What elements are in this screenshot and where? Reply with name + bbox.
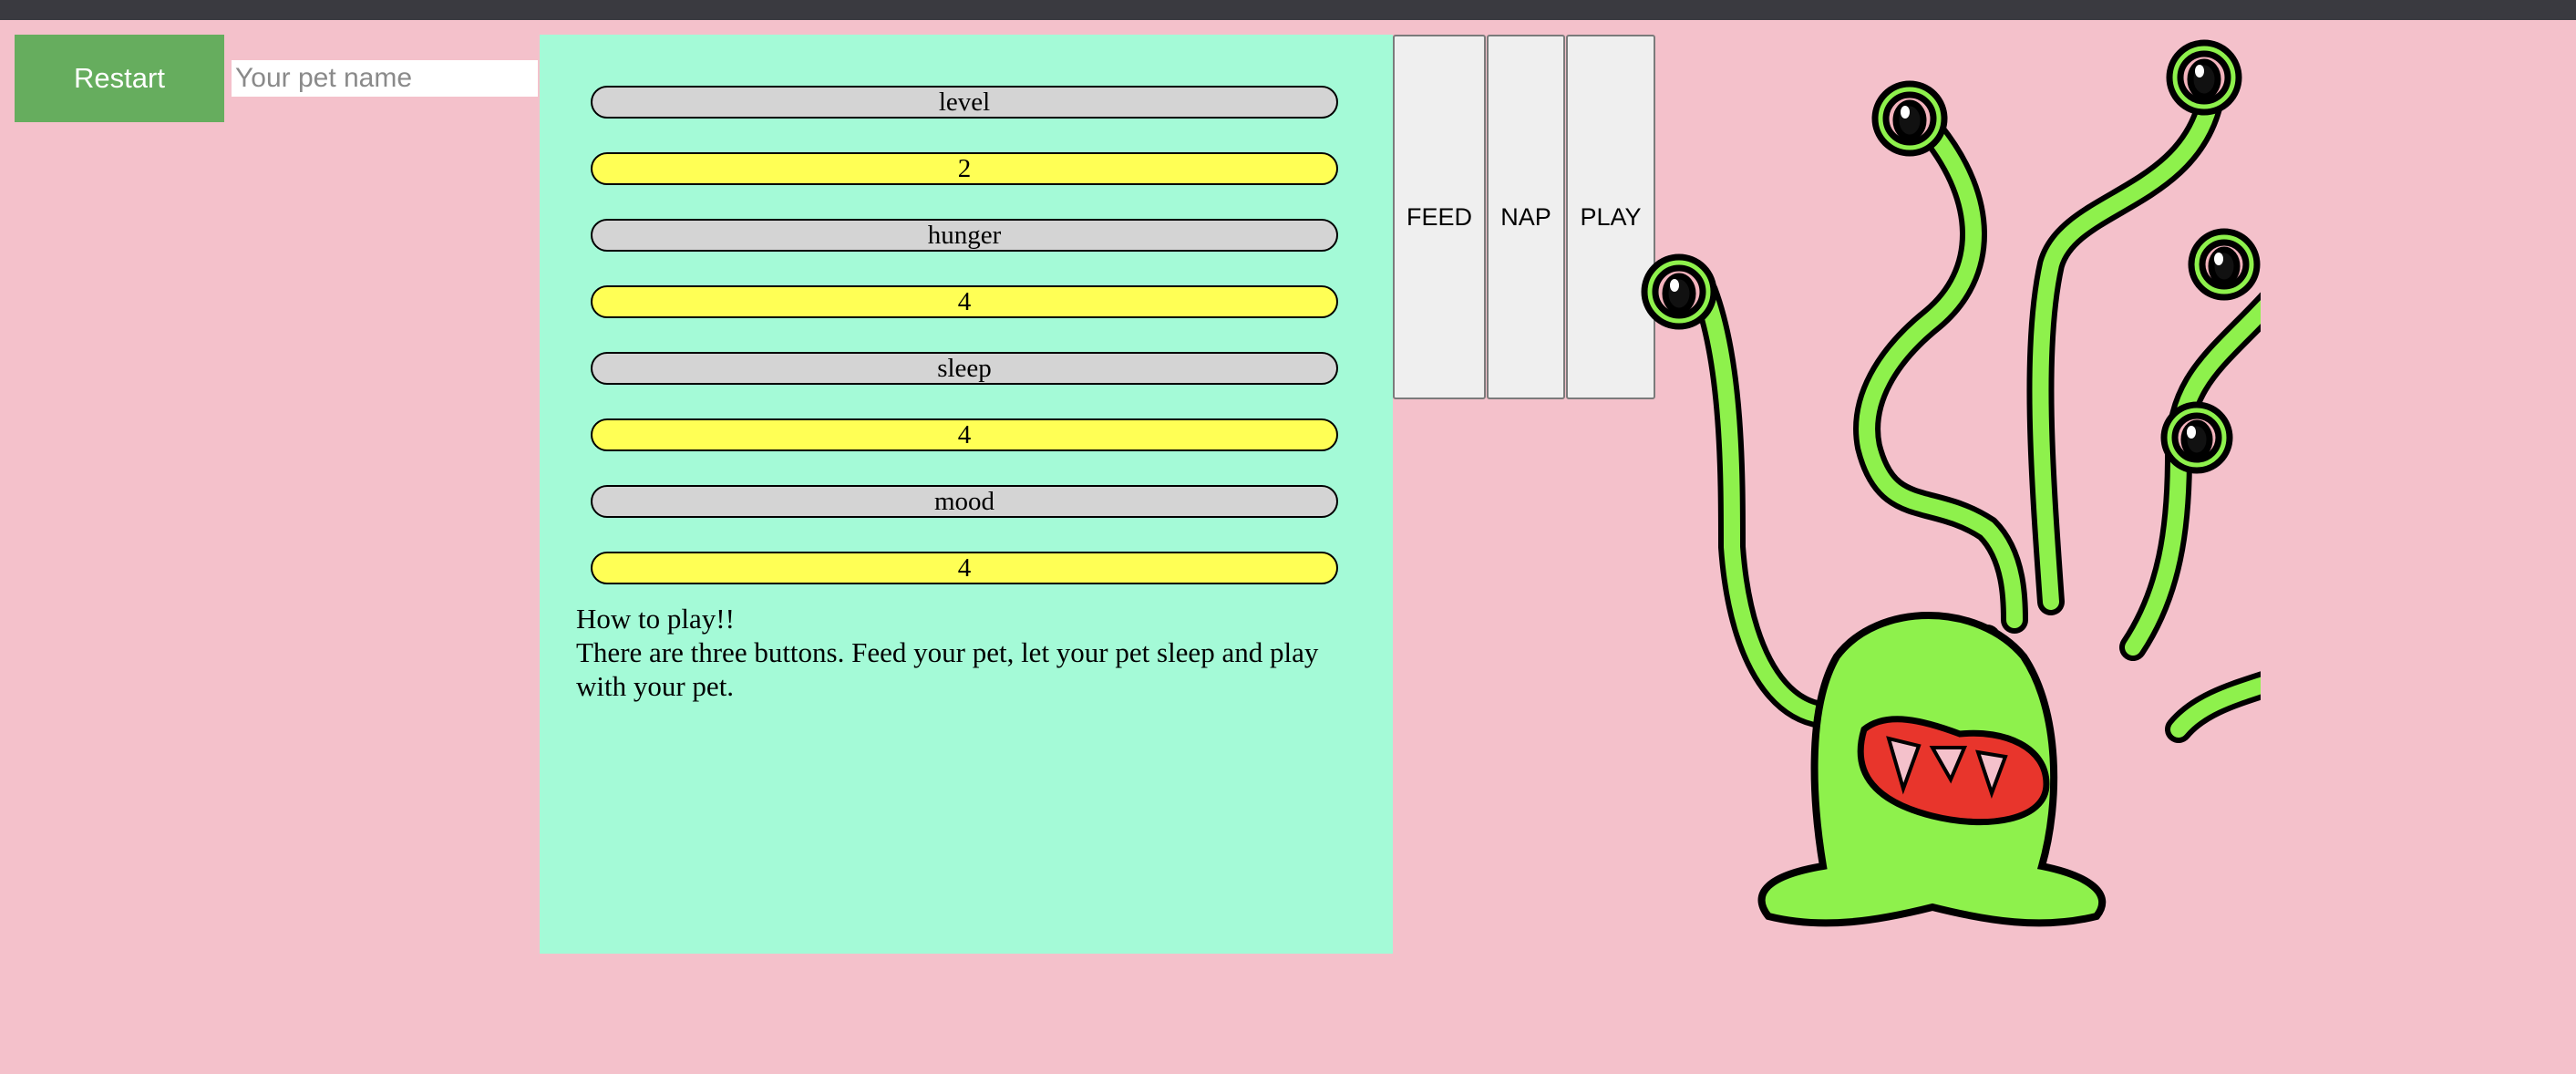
how-to-play-text: There are three buttons. Feed your pet, …: [576, 636, 1319, 702]
stat-value-level: 2: [591, 152, 1338, 185]
stat-value-hunger: 4: [591, 285, 1338, 318]
stat-value-sleep: 4: [591, 418, 1338, 451]
stat-label-sleep: sleep: [591, 352, 1338, 385]
feed-button[interactable]: FEED: [1393, 35, 1486, 399]
how-to-play-title: How to play!!: [576, 603, 735, 635]
browser-top-bar: [0, 0, 2576, 20]
stat-label-hunger: hunger: [591, 219, 1338, 252]
how-to-play: How to play!! There are three buttons. F…: [576, 602, 1351, 703]
stat-label-mood: mood: [591, 485, 1338, 518]
pet-name-input[interactable]: [232, 60, 538, 97]
nap-button[interactable]: NAP: [1487, 35, 1565, 399]
green-alien-monster-icon: [1641, 39, 2261, 927]
restart-button[interactable]: Restart: [15, 35, 224, 122]
stat-label-level: level: [591, 86, 1338, 119]
stat-value-mood: 4: [591, 552, 1338, 584]
stats-panel: level 2 hunger 4 sleep 4 mood 4 How to p…: [540, 35, 1393, 954]
